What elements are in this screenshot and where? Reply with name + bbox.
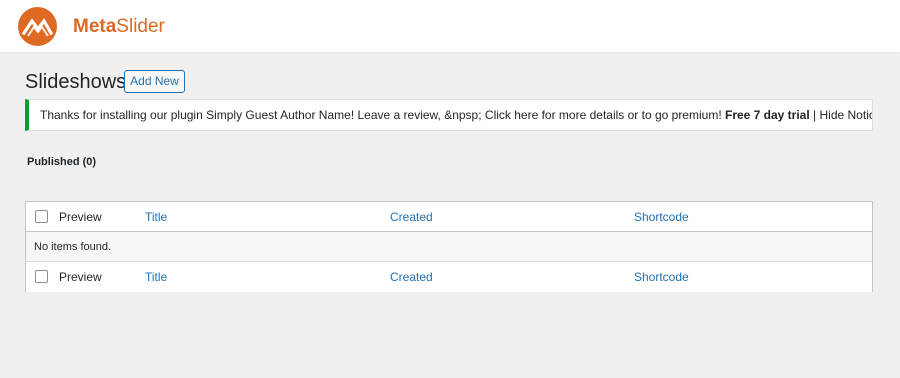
footer-column-title-sort[interactable]: Title bbox=[145, 270, 167, 284]
column-shortcode-sort[interactable]: Shortcode bbox=[634, 210, 689, 224]
status-filter-published[interactable]: Published (0) bbox=[27, 155, 96, 169]
no-items-message: No items found. bbox=[34, 241, 112, 253]
table-empty-row: No items found. bbox=[26, 232, 872, 262]
slideshows-table: Preview Title Created Shortcode No items… bbox=[25, 201, 873, 292]
hide-notice-link[interactable]: Hide Notice bbox=[820, 108, 873, 122]
footer-column-created-sort[interactable]: Created bbox=[390, 270, 433, 284]
column-title-sort[interactable]: Title bbox=[145, 210, 167, 224]
free-trial-text[interactable]: Free 7 day trial bbox=[725, 108, 810, 122]
admin-notice: Thanks for installing our plugin Simply … bbox=[25, 99, 873, 131]
notice-text: Thanks for installing our plugin Simply … bbox=[40, 108, 725, 122]
footer-column-shortcode-sort[interactable]: Shortcode bbox=[634, 270, 689, 284]
brand-name-regular: Slider bbox=[116, 16, 165, 37]
logo-mark-icon bbox=[21, 18, 54, 37]
footer-column-preview: Preview bbox=[59, 270, 102, 284]
top-bar: MetaSlider bbox=[0, 0, 900, 52]
column-preview: Preview bbox=[59, 210, 102, 224]
brand-name: MetaSlider bbox=[73, 16, 165, 38]
table-header-row: Preview Title Created Shortcode bbox=[26, 202, 872, 232]
add-new-button[interactable]: Add New bbox=[124, 70, 185, 93]
page-title: Slideshows bbox=[25, 71, 127, 93]
notice-separator: | bbox=[809, 108, 820, 122]
brand-name-bold: Meta bbox=[73, 16, 117, 37]
select-all-checkbox[interactable] bbox=[35, 210, 48, 223]
column-created-sort[interactable]: Created bbox=[390, 210, 433, 224]
table-footer-row: Preview Title Created Shortcode bbox=[26, 262, 872, 292]
metaslider-logo-icon[interactable] bbox=[18, 7, 57, 46]
select-all-checkbox-footer[interactable] bbox=[35, 270, 48, 283]
